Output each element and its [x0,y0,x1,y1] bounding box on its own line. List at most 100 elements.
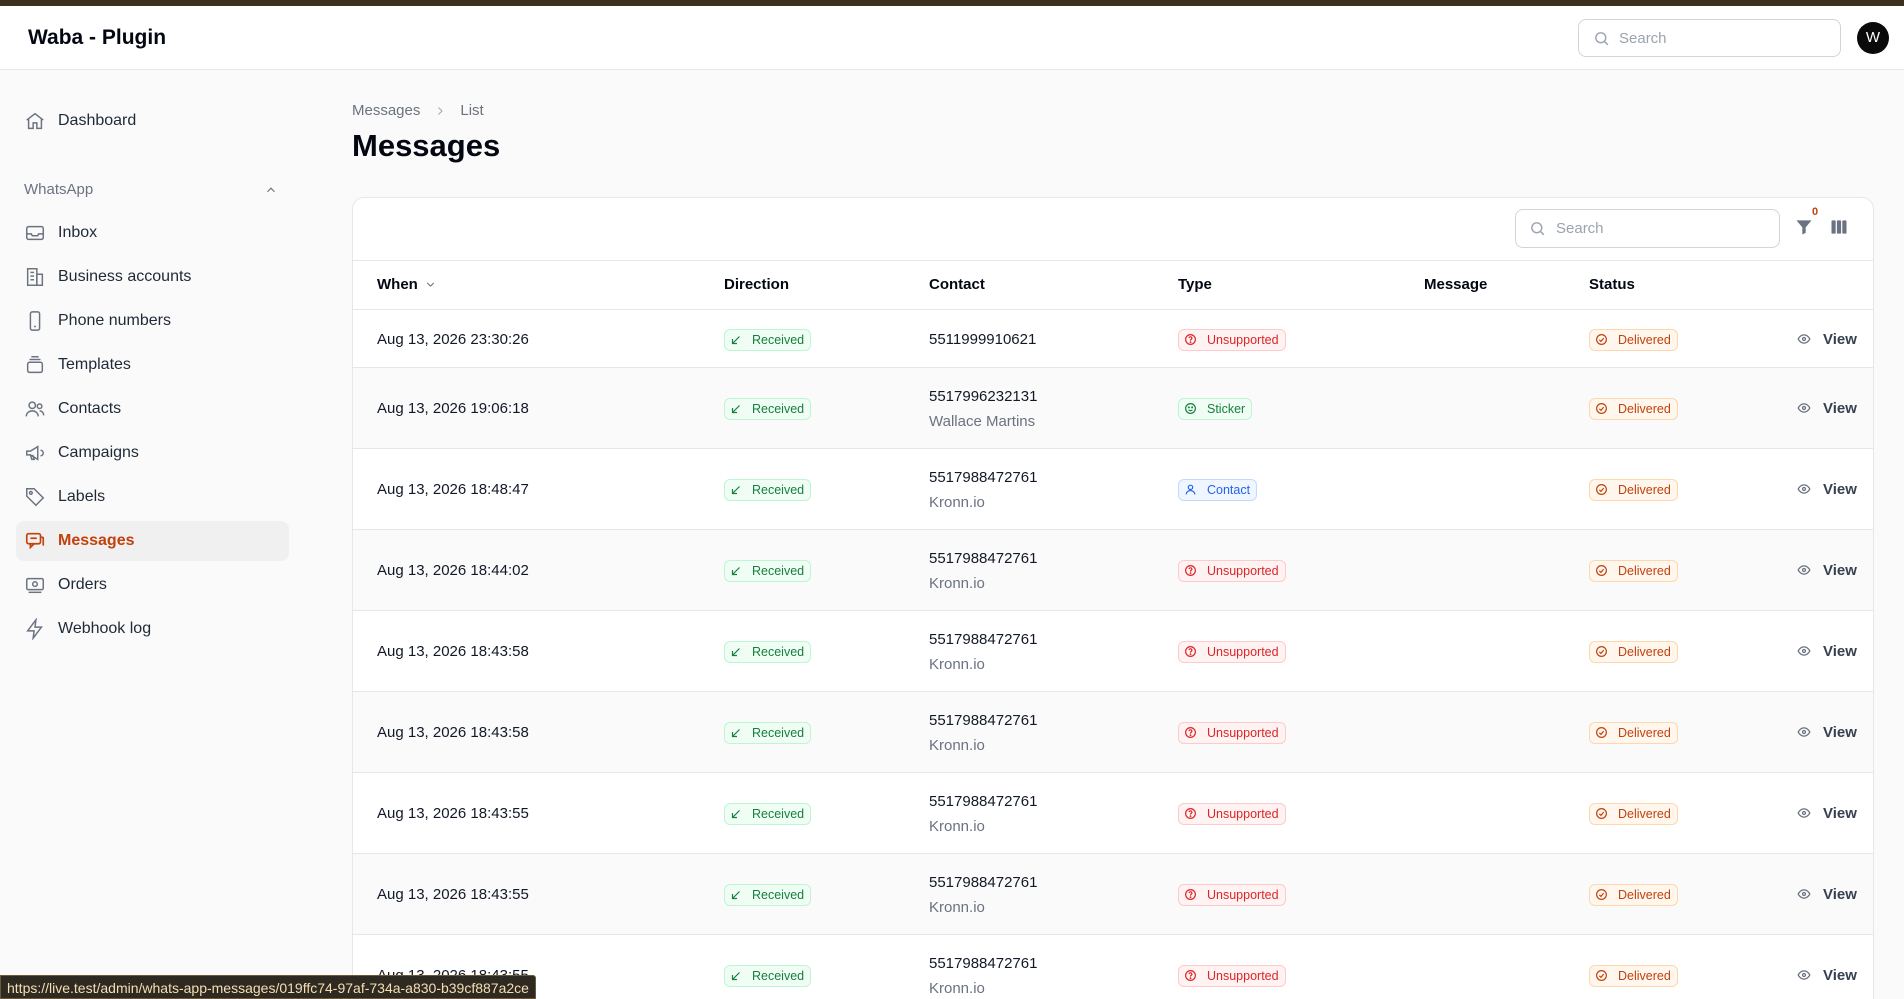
type-badge: Unsupported [1178,640,1286,663]
direction-badge: Received [724,640,812,663]
column-when[interactable]: When [377,276,437,293]
table-row[interactable]: Aug 13, 2026 18:43:55Received55179884727… [353,935,1873,999]
type-badge: Contact [1178,478,1258,501]
view-action[interactable]: View [1797,643,1857,660]
table-row[interactable]: Aug 13, 2026 18:43:55 Received 55179884727… [353,854,1873,935]
contact-number: 5517988472761 [929,549,1038,567]
table-search[interactable] [1515,209,1780,248]
direction-badge: Received [724,559,812,582]
sidebar-item-campaigns[interactable]: Campaigns [16,433,289,473]
sidebar-item-business-accounts[interactable]: Business accounts [16,257,289,297]
sidebar-item-orders[interactable]: Orders [16,565,289,605]
user-avatar[interactable]: W [1857,22,1889,54]
arrow-down-left-icon [730,970,747,982]
sidebar-item-webhook-log[interactable]: Webhook log [16,609,289,649]
cell-when: Aug 13, 2026 18:43:55 [377,885,529,903]
user-icon [1184,483,1202,496]
view-action[interactable]: View [1797,481,1857,498]
cell-contact: 5517988472761 Kronn.io [929,469,1037,511]
direction-label: Received [752,968,805,983]
cell-when: Aug 13, 2026 18:43:55 [377,804,529,822]
column-type: Type [1178,276,1212,293]
view-action[interactable]: View [1797,886,1857,903]
view-action[interactable]: View [1797,562,1857,579]
sidebar-item-labels[interactable]: Labels [16,477,289,517]
chat-icon [24,530,46,552]
type-badge: Unsupported [1178,721,1286,744]
eye-icon [1797,887,1817,901]
cell-contact: 5517988472761 Kronn.io [929,550,1037,592]
view-label: View [1823,966,1857,984]
table-row[interactable]: Aug 13, 2026 18:43:58 Received 55179884727… [353,611,1873,692]
cell-type: Unsupported [1178,883,1286,906]
status-badge: Delivered [1589,640,1678,663]
sidebar-item-label: Contacts [58,400,122,417]
cell-type: Contact [1178,478,1258,501]
column-message: Message [1424,276,1488,293]
cell-type: Unsupported [1178,964,1286,987]
cell-when: Aug 13, 2026 23:30:26 [377,330,529,348]
columns-icon[interactable] [1829,217,1851,239]
breadcrumb-parent[interactable]: Messages [352,102,420,119]
sidebar-item-messages[interactable]: Messages [16,521,289,561]
cell-contact: 5511999910621 [929,331,1036,348]
view-action[interactable]: View [1797,331,1857,348]
global-search-input[interactable] [1619,20,1829,56]
stack-icon [24,354,46,376]
app-title[interactable]: Waba - Plugin [28,26,166,50]
global-search[interactable] [1578,19,1841,57]
direction-badge: Received [724,883,812,906]
sidebar-item-inbox[interactable]: Inbox [16,213,289,253]
messages-table-card: 0 When Direction Contact Type Message St… [352,197,1874,999]
view-action[interactable]: View [1797,400,1857,417]
type-label: Unsupported [1207,644,1279,659]
cell-direction: Received [724,721,812,744]
filter-icon[interactable] [1794,217,1816,239]
cell-contact: 5517988472761 Kronn.io [929,631,1037,673]
sidebar-group-label[interactable]: WhatsApp [24,181,93,198]
status-badge: Delivered [1589,478,1678,501]
cell-type: Unsupported [1178,640,1286,663]
table-search-input[interactable] [1556,210,1766,247]
view-action[interactable]: View [1797,967,1857,984]
direction-badge: Received [724,721,812,744]
contact-name: Kronn.io [929,979,985,997]
type-label: Unsupported [1207,968,1279,983]
table-row[interactable]: Aug 13, 2026 23:30:26 Received 55119999106… [353,311,1873,368]
building-icon [24,266,46,288]
arrow-down-left-icon [730,727,747,739]
cell-contact: 5517996232131 Wallace Martins [929,388,1037,430]
breadcrumb-current: List [460,102,484,119]
sidebar-item-dashboard[interactable]: Dashboard [16,101,289,141]
contact-number: 5517988472761 [929,954,1038,972]
users-icon [24,398,46,420]
phone-icon [24,310,46,332]
chevron-up-icon[interactable] [264,183,278,202]
cell-contact: 5517988472761 Kronn.io [929,874,1037,916]
table-row[interactable]: Aug 13, 2026 18:44:02 Received 55179884727… [353,530,1873,611]
direction-label: Received [752,401,805,416]
table-row[interactable]: Aug 13, 2026 18:43:55Received55179884727… [353,773,1873,854]
table-row[interactable]: Aug 13, 2026 18:43:58 Received 55179884727… [353,692,1873,773]
status-label: Delivered [1618,482,1671,497]
contact-number: 5517988472761 [929,468,1038,486]
breadcrumb: Messages List [352,102,484,119]
column-direction: Direction [724,276,790,293]
status-label: Delivered [1618,725,1671,740]
type-label: Sticker [1207,401,1246,416]
table-row[interactable]: Aug 13, 2026 18:48:47 Received 55179884727… [353,449,1873,530]
direction-label: Received [752,332,805,347]
view-action[interactable]: View [1797,724,1857,741]
view-action[interactable]: View [1797,805,1857,822]
sidebar-item-templates[interactable]: Templates [16,345,289,385]
cell-contact: 5517988472761 Kronn.io [929,793,1037,835]
type-label: Unsupported [1207,806,1279,821]
sidebar-item-phone-numbers[interactable]: Phone numbers [16,301,289,341]
question-circle-icon [1184,333,1202,346]
table-row[interactable]: Aug 13, 2026 19:06:18 Received 55179962321… [353,368,1873,449]
column-label: When [377,276,418,293]
sidebar-item-contacts[interactable]: Contacts [16,389,289,429]
cell-direction: Received [724,883,812,906]
cell-status: Delivered [1589,964,1678,987]
check-circle-icon [1595,564,1613,577]
